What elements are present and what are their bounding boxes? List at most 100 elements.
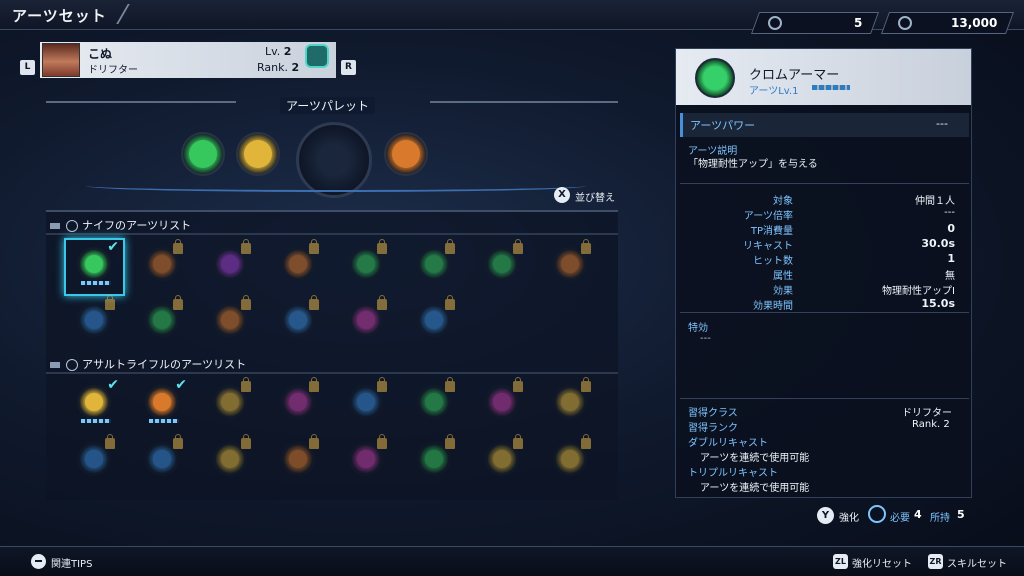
rifle-art-3[interactable] (213, 377, 251, 419)
knife-art-5[interactable] (349, 239, 387, 281)
next-character-button[interactable]: R (341, 60, 356, 75)
rifle-art-7[interactable] (485, 377, 523, 419)
minus-button-icon[interactable] (31, 554, 46, 569)
rifle-crosshair-icon (66, 359, 78, 371)
lock-icon (173, 434, 183, 449)
section-marker (50, 223, 60, 229)
owned-label: 所持 (930, 513, 950, 524)
lock-icon (241, 434, 251, 449)
lock-icon (377, 239, 387, 254)
rifle-art-11[interactable] (213, 434, 251, 476)
related-tips-button[interactable]: 関連TIPS (51, 555, 92, 570)
arts-list-panel (46, 210, 618, 500)
rifle-art-16[interactable] (553, 434, 591, 476)
prev-character-button[interactable]: L (20, 60, 35, 75)
rifle-art-8[interactable] (553, 377, 591, 419)
palette-slot-4[interactable] (384, 132, 428, 176)
fragment-count: 5 (853, 16, 862, 30)
enhance-button-label[interactable]: 強化 (839, 509, 859, 524)
art-icon (357, 393, 375, 411)
knife-arts-header: ナイフのアーツリスト (50, 217, 191, 233)
sort-button-label[interactable]: 並び替え (575, 189, 615, 204)
rifle-art-icon (244, 140, 272, 168)
knife-art-11[interactable] (213, 295, 251, 337)
rifle-art-14[interactable] (417, 434, 455, 476)
enhance-reset-button[interactable]: 強化リセット (852, 555, 912, 570)
double-recast-label: ダブルリキャスト (688, 438, 768, 449)
lock-icon (581, 434, 591, 449)
knife-art-8[interactable] (553, 239, 591, 281)
divider (46, 233, 618, 235)
art-icon (561, 255, 579, 273)
palette-slot-2[interactable] (236, 132, 280, 176)
art-icon (425, 450, 443, 468)
credit-counter: 13,000 (880, 12, 1015, 34)
knife-art-6[interactable] (417, 239, 455, 281)
divider (680, 398, 969, 399)
knife-art-10[interactable] (145, 295, 183, 337)
knife-art-3[interactable] (213, 239, 251, 281)
credit-coin-icon (898, 16, 912, 30)
lock-icon (445, 295, 455, 310)
rifle-art-6[interactable] (417, 377, 455, 419)
rifle-art-2[interactable]: ✔ (145, 377, 187, 423)
rifle-art-1[interactable]: ✔ (77, 377, 119, 423)
knife-art-13[interactable] (349, 295, 387, 337)
level-value: 2 (283, 45, 292, 58)
knife-art-7[interactable] (485, 239, 523, 281)
rifle-art-13[interactable] (349, 434, 387, 476)
art-icon (221, 311, 239, 329)
x-button-icon[interactable]: X (554, 187, 570, 203)
rank-value: 2 (291, 61, 300, 74)
art-icon (357, 450, 375, 468)
zr-button-icon[interactable]: ZR (928, 554, 943, 569)
knife-art-14[interactable] (417, 295, 455, 337)
rifle-art-4[interactable] (281, 377, 319, 419)
lock-icon (513, 377, 523, 392)
art-icon (493, 255, 511, 273)
stat-value: 15.0s (921, 297, 955, 310)
divider (680, 183, 969, 184)
art-icon (153, 393, 171, 411)
rifle-arts-title: アサルトライフルのアーツリスト (82, 358, 247, 371)
palette-slot-1[interactable] (181, 132, 225, 176)
character-name: こぬ (88, 47, 113, 61)
knife-art-4[interactable] (281, 239, 319, 281)
art-icon (425, 393, 443, 411)
rifle-art-10[interactable] (145, 434, 183, 476)
fragment-counter: 5 (750, 12, 880, 34)
character-rank: Rank. 2 (257, 61, 299, 74)
lock-icon (377, 377, 387, 392)
rifle-art-9[interactable] (77, 434, 115, 476)
lock-icon (513, 434, 523, 449)
stat-label: アーツ倍率 (743, 211, 793, 222)
knife-art-9[interactable] (77, 295, 115, 337)
y-button-icon[interactable]: Y (817, 507, 834, 524)
palette-header-right (430, 101, 618, 109)
stat-label: リキャスト (743, 241, 793, 252)
triple-recast-text: アーツを連続で使用可能 (700, 483, 810, 494)
lock-icon (513, 239, 523, 254)
knife-art-2[interactable] (145, 239, 183, 281)
class-emblem-icon (305, 44, 329, 68)
knife-arts-title: ナイフのアーツリスト (82, 219, 192, 232)
art-power-value: --- (936, 117, 948, 130)
stat-label: 対象 (773, 196, 793, 207)
rifle-art-12[interactable] (281, 434, 319, 476)
skill-set-button[interactable]: スキルセット (947, 555, 1007, 570)
crom-armor-icon (189, 140, 217, 168)
rifle-art-5[interactable] (349, 377, 387, 419)
character-level: Lv. 2 (265, 45, 291, 58)
lock-icon (309, 377, 319, 392)
knife-art-12[interactable] (281, 295, 319, 337)
crom-armor-icon (695, 58, 735, 98)
rank-label: Rank. (257, 61, 288, 74)
knife-art-1[interactable]: ✔ (77, 239, 119, 285)
rifle-arts-header: アサルトライフルのアーツリスト (50, 356, 246, 372)
art-icon (357, 255, 375, 273)
art-icon (289, 450, 307, 468)
stat-label: 属性 (773, 271, 793, 282)
rifle-art-15[interactable] (485, 434, 523, 476)
zl-button-icon[interactable]: ZL (833, 554, 848, 569)
stat-value: 0 (947, 222, 955, 235)
